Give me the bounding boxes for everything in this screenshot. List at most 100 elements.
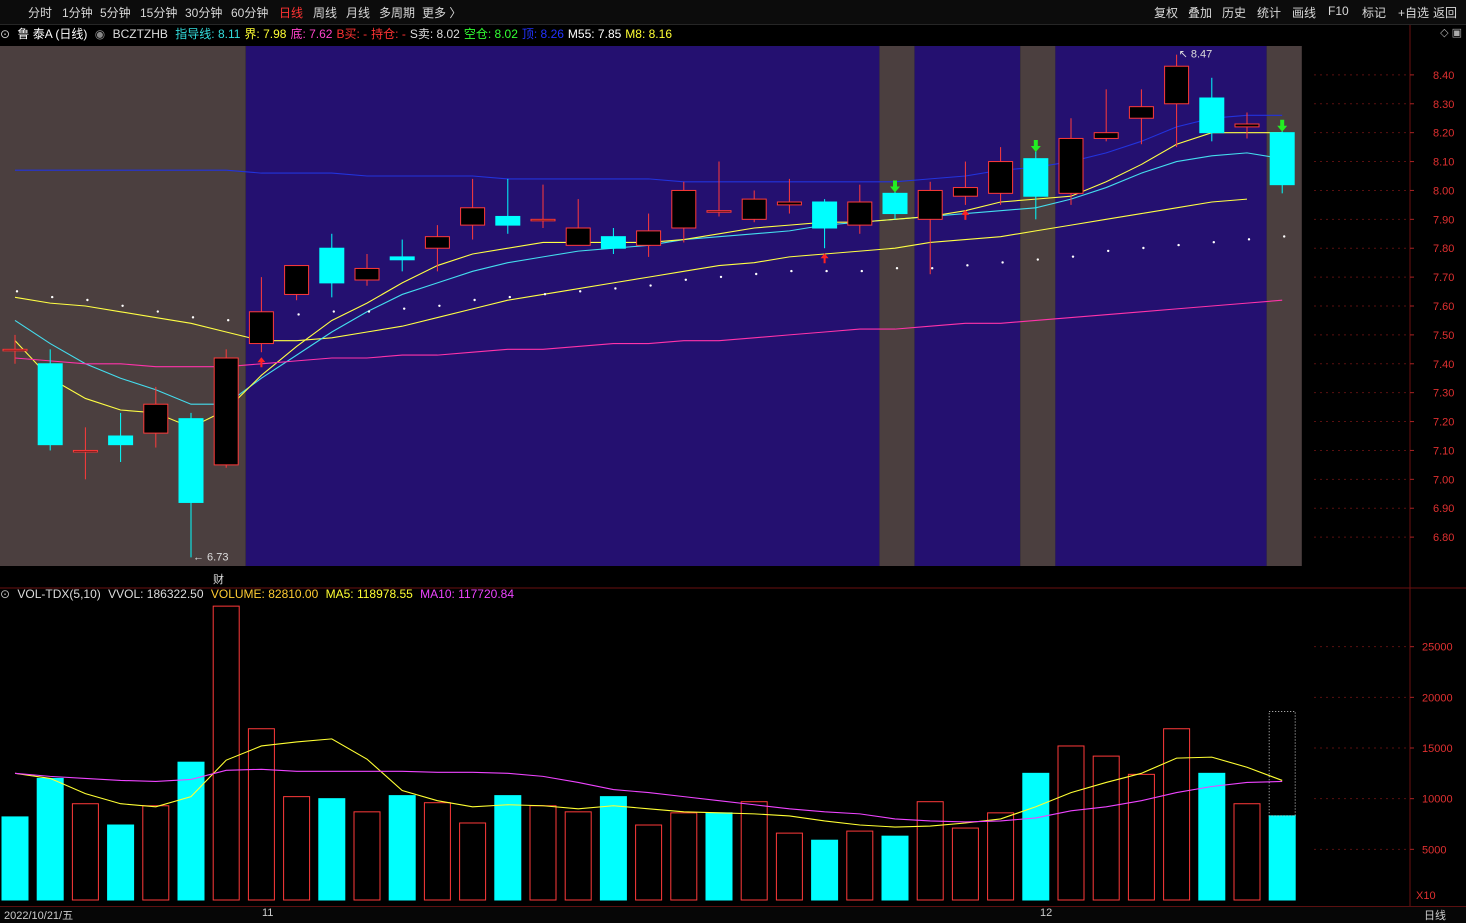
volume-bar-28 xyxy=(987,812,1015,901)
price-tick-label-9: 7.70 xyxy=(1433,272,1454,284)
price-tick-label-1: 6.90 xyxy=(1433,503,1454,515)
vol-unit-label: X10 xyxy=(1416,890,1436,902)
price-tick-label-11: 7.90 xyxy=(1433,214,1454,226)
ma-dot-31 xyxy=(1107,249,1110,253)
ma-dot-16 xyxy=(579,290,582,293)
volume-bar-29 xyxy=(1022,772,1050,901)
candle-body-26 xyxy=(917,189,943,220)
volume-bar-3 xyxy=(107,824,135,901)
vol-tick-label-0: 5000 xyxy=(1422,844,1446,856)
candle-body-12 xyxy=(424,236,450,249)
candle-body-2 xyxy=(72,449,98,453)
ma-dot-10 xyxy=(367,310,371,313)
volume-bar-33 xyxy=(1163,728,1191,901)
price-tick-label-13: 8.10 xyxy=(1433,157,1454,169)
volume-bar-25 xyxy=(881,835,909,901)
volume-bar-15 xyxy=(529,805,557,901)
bg-zone-1 xyxy=(245,46,880,566)
bg-zone-4 xyxy=(1020,46,1056,566)
price-tick-label-3: 7.10 xyxy=(1433,445,1454,457)
volume-bar-24 xyxy=(846,830,874,901)
volume-bar-5 xyxy=(177,761,205,901)
candle-body-1 xyxy=(37,363,63,446)
candle-body-3 xyxy=(108,435,134,446)
candle-body-29 xyxy=(1023,158,1049,197)
volume-bar-8 xyxy=(283,796,311,901)
ma-dot-13 xyxy=(473,298,476,302)
volume-bar-13 xyxy=(459,822,487,901)
volume-bar-26 xyxy=(916,801,944,901)
volume-bar-0 xyxy=(1,816,29,901)
ma-dot-23 xyxy=(825,269,828,273)
candle-body-18 xyxy=(636,230,662,246)
ma-dot-29 xyxy=(1036,258,1040,261)
ma-dot-0 xyxy=(15,290,19,293)
price-tick-label-6: 7.40 xyxy=(1433,359,1454,371)
candle-body-30 xyxy=(1058,137,1084,194)
ma-dot-32 xyxy=(1142,246,1145,250)
candle-body-20 xyxy=(706,210,732,213)
ma-dot-17 xyxy=(614,287,617,290)
bg-zone-2 xyxy=(879,46,915,566)
price-tick-label-4: 7.20 xyxy=(1433,417,1454,429)
candle-body-28 xyxy=(988,161,1014,194)
volume-bar-31 xyxy=(1092,755,1120,901)
volume-bar-18 xyxy=(635,824,663,901)
vol-tick-label-1: 10000 xyxy=(1422,794,1453,806)
chart-canvas[interactable]: 6.80 6.90 7.00 7.10 7.20 7.30 7.40 7.50 7.60 7.70… xyxy=(0,0,1466,922)
volume-bar-12 xyxy=(423,802,451,901)
candle-body-11 xyxy=(389,256,415,261)
candle-body-6 xyxy=(213,357,239,466)
volume-bar-23 xyxy=(811,839,839,901)
ma-dot-3 xyxy=(121,304,124,307)
volume-bar-6 xyxy=(212,605,240,901)
ma-dot-5 xyxy=(191,316,195,319)
ma-dot-4 xyxy=(156,310,159,313)
price-tick-label-2: 7.00 xyxy=(1433,474,1454,486)
volume-bar-32 xyxy=(1127,773,1155,901)
volume-bar-35 xyxy=(1233,803,1261,901)
candle-body-35 xyxy=(1234,123,1260,128)
volume-bar-27 xyxy=(951,827,979,901)
candle-body-4 xyxy=(143,403,169,434)
price-tick-label-12: 8.00 xyxy=(1433,185,1454,197)
candle-body-13 xyxy=(460,207,486,226)
ma-dot-12 xyxy=(438,304,441,307)
volume-bar-4 xyxy=(142,805,170,901)
volume-ma-line-0 xyxy=(14,738,1283,828)
volume-projection-box xyxy=(1268,711,1296,817)
volume-bar-36 xyxy=(1268,815,1296,901)
volume-bar-2 xyxy=(71,803,99,901)
date-month-12: 12 xyxy=(1040,907,1053,919)
price-tick-label-15: 8.30 xyxy=(1433,99,1454,111)
vol-tick-label-2: 15000 xyxy=(1422,743,1453,755)
ma-dot-28 xyxy=(1001,261,1004,264)
candle-body-22 xyxy=(776,201,802,206)
volume-bar-11 xyxy=(388,795,416,901)
bg-zone-3 xyxy=(914,46,1021,566)
volume-bar-17 xyxy=(599,796,627,901)
ma-dot-14 xyxy=(508,295,511,299)
ma-dot-20 xyxy=(719,275,723,279)
period-label[interactable]: 日线 xyxy=(1424,907,1446,923)
ma-dot-25 xyxy=(895,267,899,270)
volume-bar-22 xyxy=(775,832,803,901)
ma-dot-15 xyxy=(543,293,547,296)
candle-body-7 xyxy=(248,311,274,345)
price-tick-label-7: 7.50 xyxy=(1433,330,1454,342)
date-month-11: 11 xyxy=(262,907,274,919)
volume-bar-7 xyxy=(247,728,275,901)
volume-bar-34 xyxy=(1198,772,1226,901)
ma-dot-33 xyxy=(1177,243,1180,247)
candle-body-27 xyxy=(952,187,978,197)
ma-dot-6 xyxy=(227,319,230,322)
volume-bar-21 xyxy=(740,801,768,901)
candle-body-16 xyxy=(565,227,591,246)
candle-body-23 xyxy=(812,201,838,229)
volume-bar-1 xyxy=(36,777,64,901)
ma-dot-36 xyxy=(1283,235,1286,238)
volume-bar-20 xyxy=(705,812,733,901)
candle-body-34 xyxy=(1199,97,1225,134)
price-tick-label-8: 7.60 xyxy=(1433,301,1454,313)
candle-body-25 xyxy=(882,192,908,215)
